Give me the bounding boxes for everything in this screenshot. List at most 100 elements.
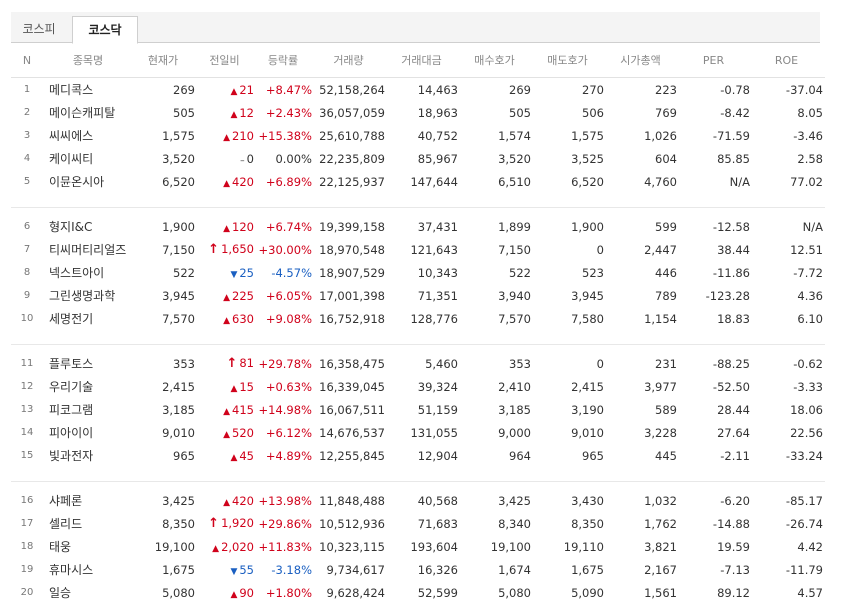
table-row: 20일승5,080▲90+1.80%9,628,42452,5995,0805,… <box>11 581 825 604</box>
bid-price: 269 <box>460 78 533 102</box>
trade-volume: 16,752,918 <box>314 307 387 330</box>
roe-value: -3.46 <box>752 124 825 147</box>
change-rate: +6.05% <box>256 284 314 307</box>
current-price: 9,010 <box>133 421 197 444</box>
stock-name-link[interactable]: 휴마시스 <box>43 558 133 581</box>
bid-price: 5,080 <box>460 581 533 604</box>
table-row: 14피아이이9,010▲520+6.12%14,676,537131,0559,… <box>11 421 825 444</box>
stock-name-link[interactable]: 세명전기 <box>43 307 133 330</box>
stock-rank: 4 <box>11 147 43 170</box>
stock-name-link[interactable]: 메디콕스 <box>43 78 133 102</box>
bid-price: 505 <box>460 101 533 124</box>
trade-volume: 10,323,115 <box>314 535 387 558</box>
price-change-value: 415 <box>232 403 254 417</box>
stock-rank: 20 <box>11 581 43 604</box>
trade-volume: 18,970,548 <box>314 238 387 261</box>
current-price: 7,150 <box>133 238 197 261</box>
trade-amount: 37,431 <box>387 215 460 238</box>
current-price: 2,415 <box>133 375 197 398</box>
triangle-down-icon: ▼ <box>230 270 237 280</box>
bid-price: 3,940 <box>460 284 533 307</box>
col-header-rate: 등락률 <box>256 43 314 78</box>
bid-price: 3,185 <box>460 398 533 421</box>
stock-name-link[interactable]: 이뮨온시아 <box>43 170 133 193</box>
stock-name-link[interactable]: 빛과전자 <box>43 444 133 467</box>
table-row: 8넥스트아이522▼25-4.57%18,907,52910,343522523… <box>11 261 825 284</box>
roe-value: -11.79 <box>752 558 825 581</box>
upper-limit-arrow-icon: ↑ <box>208 516 219 531</box>
stock-name-link[interactable]: 우리기술 <box>43 375 133 398</box>
ask-price: 1,900 <box>533 215 606 238</box>
flat-dash-icon: – <box>240 156 245 166</box>
per-value: -0.78 <box>679 78 752 102</box>
market-cap: 3,228 <box>606 421 679 444</box>
stock-name-link[interactable]: 샤페론 <box>43 489 133 512</box>
stock-name-link[interactable]: 케이씨티 <box>43 147 133 170</box>
ask-price: 6,520 <box>533 170 606 193</box>
price-change-value: 12 <box>239 106 254 120</box>
stock-rank: 6 <box>11 215 43 238</box>
roe-value: 77.02 <box>752 170 825 193</box>
price-change: ▲90 <box>197 581 256 604</box>
price-change: ▲520 <box>197 421 256 444</box>
ask-price: 3,945 <box>533 284 606 307</box>
stock-name-link[interactable]: 그린생명과학 <box>43 284 133 307</box>
ask-price: 3,190 <box>533 398 606 421</box>
col-header-name: 종목명 <box>43 43 133 78</box>
roe-value: 12.51 <box>752 238 825 261</box>
market-cap: 445 <box>606 444 679 467</box>
stock-rank: 7 <box>11 238 43 261</box>
change-rate: +11.83% <box>256 535 314 558</box>
stock-name-link[interactable]: 일승 <box>43 581 133 604</box>
roe-value: -0.62 <box>752 352 825 375</box>
stock-name-link[interactable]: 티씨머티리얼즈 <box>43 238 133 261</box>
stock-name-link[interactable]: 씨씨에스 <box>43 124 133 147</box>
stock-name-link[interactable]: 피아이이 <box>43 421 133 444</box>
stock-name-link[interactable]: 피코그램 <box>43 398 133 421</box>
price-change: ▲15 <box>197 375 256 398</box>
price-change-value: 210 <box>232 129 254 143</box>
stock-name-link[interactable]: 형지I&C <box>43 215 133 238</box>
table-row: 6형지I&C1,900▲120+6.74%19,399,15837,4311,8… <box>11 215 825 238</box>
stock-name-link[interactable]: 태웅 <box>43 535 133 558</box>
triangle-up-icon: ▲ <box>223 316 230 326</box>
change-rate: +29.78% <box>256 352 314 375</box>
table-row: 15빛과전자965▲45+4.89%12,255,84512,904964965… <box>11 444 825 467</box>
ask-price: 9,010 <box>533 421 606 444</box>
bid-price: 3,425 <box>460 489 533 512</box>
stock-rank: 10 <box>11 307 43 330</box>
price-change: ▲2,020 <box>197 535 256 558</box>
change-rate: +2.43% <box>256 101 314 124</box>
trade-volume: 22,125,937 <box>314 170 387 193</box>
price-change: ▲420 <box>197 489 256 512</box>
stock-rank: 9 <box>11 284 43 307</box>
table-row: 7티씨머티리얼즈7,150↑1,650+30.00%18,970,548121,… <box>11 238 825 261</box>
change-rate: +6.74% <box>256 215 314 238</box>
table-row: 5이뮨온시아6,520▲420+6.89%22,125,937147,6446,… <box>11 170 825 193</box>
tab-kospi[interactable]: 코스피 <box>11 16 67 42</box>
price-change-value: 1,650 <box>221 242 254 256</box>
stock-name-link[interactable]: 메이슨캐피탈 <box>43 101 133 124</box>
roe-value: 4.57 <box>752 581 825 604</box>
tab-kosdaq[interactable]: 코스닥 <box>72 16 138 44</box>
change-rate: -3.18% <box>256 558 314 581</box>
table-row: 4케이씨티3,520–00.00%22,235,80985,9673,5203,… <box>11 147 825 170</box>
market-cap: 1,026 <box>606 124 679 147</box>
trade-amount: 147,644 <box>387 170 460 193</box>
upper-limit-arrow-icon: ↑ <box>226 356 237 371</box>
bid-price: 2,410 <box>460 375 533 398</box>
roe-value: N/A <box>752 215 825 238</box>
triangle-up-icon: ▲ <box>223 179 230 189</box>
ask-price: 3,525 <box>533 147 606 170</box>
bid-price: 7,150 <box>460 238 533 261</box>
bid-price: 8,340 <box>460 512 533 535</box>
stock-name-link[interactable]: 플루토스 <box>43 352 133 375</box>
ask-price: 5,090 <box>533 581 606 604</box>
trade-volume: 14,676,537 <box>314 421 387 444</box>
price-change-value: 420 <box>232 175 254 189</box>
price-change-value: 25 <box>239 266 254 280</box>
price-change-value: 520 <box>232 426 254 440</box>
stock-name-link[interactable]: 넥스트아이 <box>43 261 133 284</box>
stock-name-link[interactable]: 셀리드 <box>43 512 133 535</box>
trade-volume: 25,610,788 <box>314 124 387 147</box>
